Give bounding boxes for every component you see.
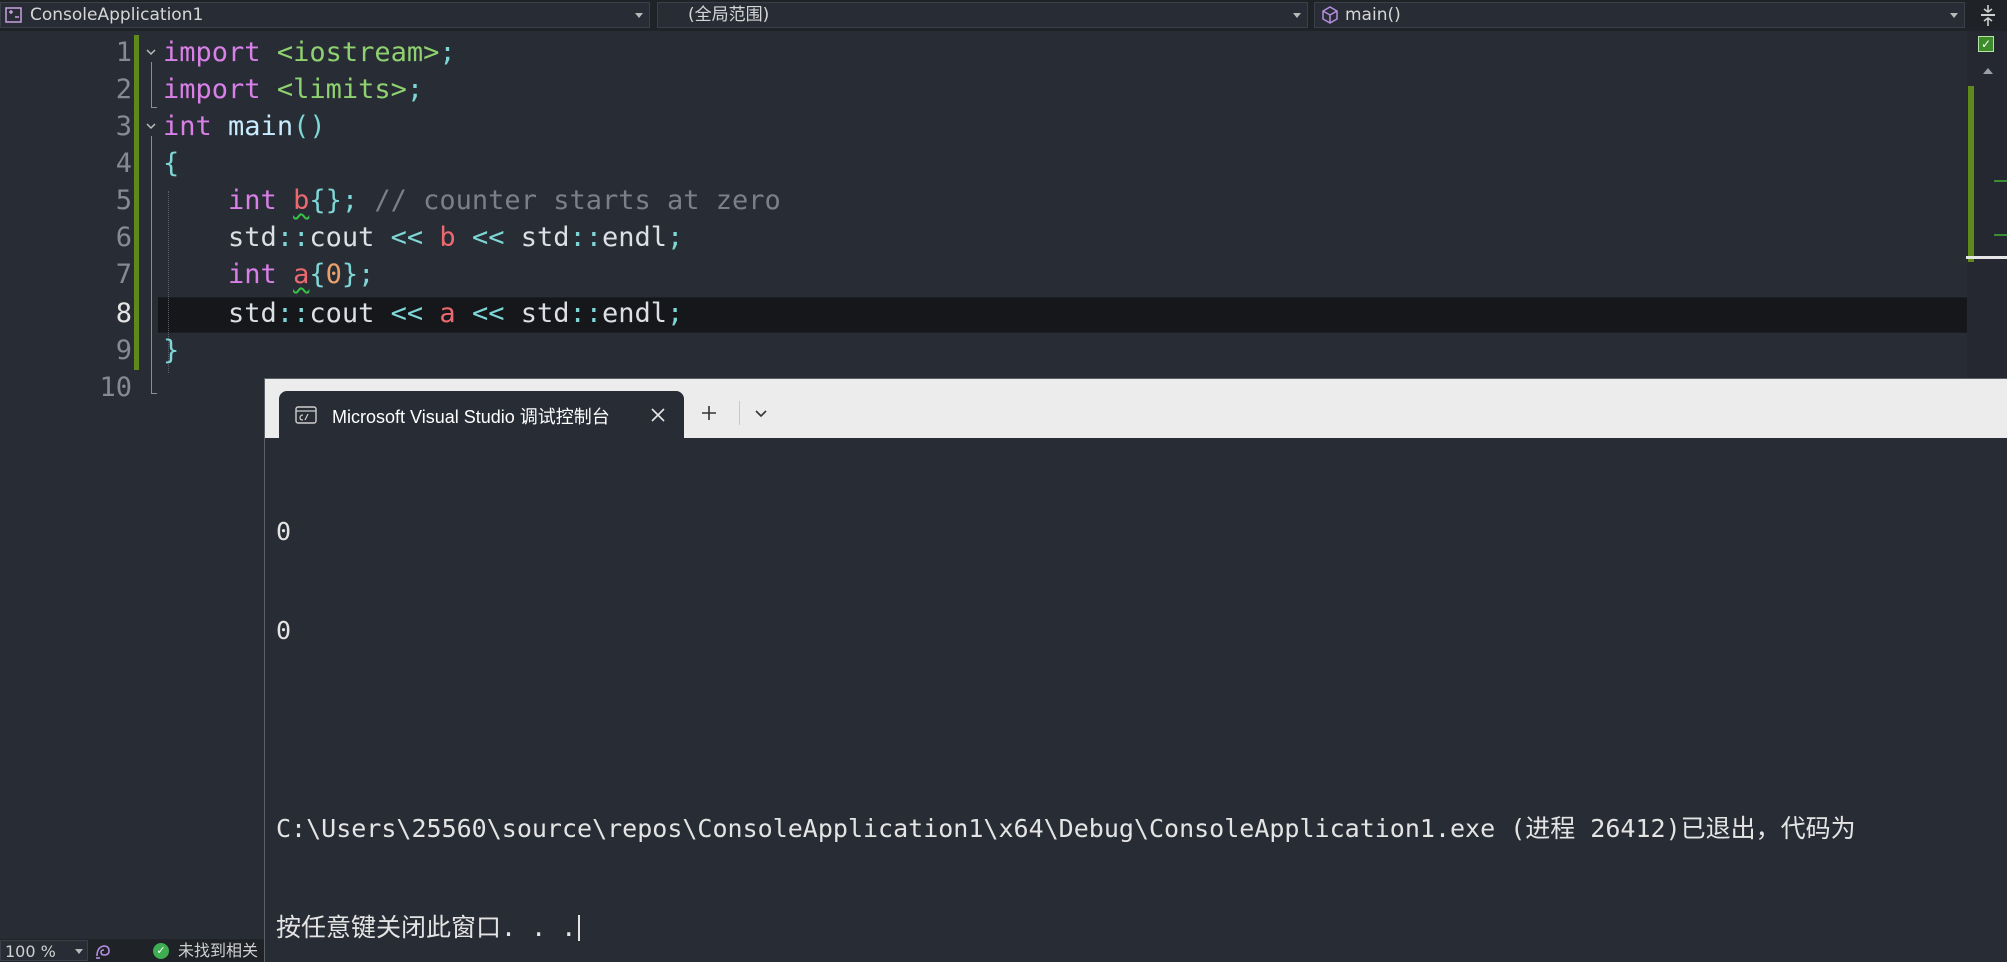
chevron-down-icon: [75, 949, 83, 954]
code-line-9: }: [163, 335, 180, 366]
collapse-chevron-icon[interactable]: [145, 120, 157, 132]
navigation-bar: ConsoleApplication1 (全局范围) main(): [0, 0, 2007, 31]
project-dropdown[interactable]: ConsoleApplication1: [0, 2, 650, 28]
debug-console-window[interactable]: Microsoft Visual Studio 调试控制台 0 0 C:\Use…: [264, 378, 2007, 962]
scroll-up-arrow-icon[interactable]: [1983, 68, 1993, 74]
code-line-3: int main(): [163, 111, 326, 142]
member-dropdown[interactable]: main(): [1314, 2, 1965, 28]
line-number: 1: [115, 37, 132, 68]
unused-variable-squiggle: b: [293, 185, 310, 216]
split-icon: [1981, 5, 1995, 26]
code-line-8: std::cout << a << std::endl;: [228, 298, 684, 329]
code-line-5: int b{}; // counter starts at zero: [228, 185, 781, 216]
zoom-level: 100 %: [5, 942, 56, 961]
line-number: 10: [99, 372, 132, 403]
code-line-7: int a{0};: [228, 259, 375, 290]
console-line: 按任意键关闭此窗口. . .: [276, 913, 577, 942]
split-window-button[interactable]: [1972, 2, 2004, 29]
console-prompt-line: 按任意键关闭此窗口. . .: [276, 911, 2006, 944]
code-line-2: import <limits>;: [163, 74, 424, 105]
code-line-4: {: [163, 148, 180, 179]
line-number: 4: [115, 148, 132, 179]
close-icon[interactable]: [648, 405, 668, 425]
console-tab-title: Microsoft Visual Studio 调试控制台: [332, 407, 610, 427]
outline-bracket: [151, 107, 157, 108]
overview-warning-marker: [1994, 180, 2007, 182]
editor-status-bar: 100 % ✓ 未找到相关: [0, 939, 264, 962]
scope-name: (全局范围): [688, 5, 770, 25]
new-tab-plus-icon[interactable]: [695, 399, 723, 427]
terminal-icon: [295, 406, 317, 424]
chevron-down-icon[interactable]: [749, 401, 773, 425]
console-line: 0: [276, 517, 292, 546]
line-number: 6: [115, 222, 132, 253]
issues-status-text[interactable]: 未找到相关: [178, 939, 258, 962]
line-number-gutter: 1 2 3 4 5 6 7 8 9 10: [0, 31, 134, 939]
outline-bracket: [151, 393, 157, 394]
collapse-chevron-icon[interactable]: [145, 46, 157, 58]
zoom-dropdown[interactable]: 100 %: [0, 940, 88, 961]
scope-dropdown[interactable]: (全局范围): [657, 2, 1308, 28]
overview-warning-marker: [1994, 234, 2007, 236]
code-line-1: import <iostream>;: [163, 37, 456, 68]
line-number: 2: [115, 74, 132, 105]
console-tab[interactable]: Microsoft Visual Studio 调试控制台: [279, 391, 684, 439]
text-cursor: [578, 915, 581, 941]
change-tracking-bar: [134, 35, 139, 370]
line-number: 8: [115, 298, 132, 329]
chevron-down-icon: [1950, 13, 1958, 18]
outline-bracket: [151, 136, 152, 394]
console-tab-strip: Microsoft Visual Studio 调试控制台: [265, 379, 2007, 439]
outline-bracket: [151, 62, 152, 108]
project-name: ConsoleApplication1: [30, 5, 204, 25]
console-output: 0 0 C:\Users\25560\source\repos\ConsoleA…: [276, 449, 2006, 959]
overview-change-marker: [1968, 86, 1974, 262]
line-number: 9: [115, 335, 132, 366]
no-issues-check-icon[interactable]: ✓: [153, 943, 169, 959]
member-name: main(): [1345, 5, 1401, 25]
unused-variable-squiggle: a: [293, 259, 310, 290]
line-number: 7: [115, 259, 132, 290]
checkmark-icon: ✓: [1978, 36, 1994, 52]
vs-window: ConsoleApplication1 (全局范围) main() 1 2 3 …: [0, 0, 2007, 962]
line-number: 3: [115, 111, 132, 142]
overview-caret-position: [1966, 256, 2007, 259]
code-cleanup-icon[interactable]: [94, 942, 112, 960]
tab-separator: [739, 401, 740, 425]
project-icon: [5, 7, 22, 23]
chevron-down-icon: [1293, 13, 1301, 18]
console-line: 0: [276, 616, 292, 645]
chevron-down-icon: [635, 13, 643, 18]
console-line: C:\Users\25560\source\repos\ConsoleAppli…: [276, 814, 1856, 843]
method-cube-icon: [1322, 6, 1338, 24]
code-line-6: std::cout << b << std::endl;: [228, 222, 684, 253]
line-number: 5: [115, 185, 132, 216]
